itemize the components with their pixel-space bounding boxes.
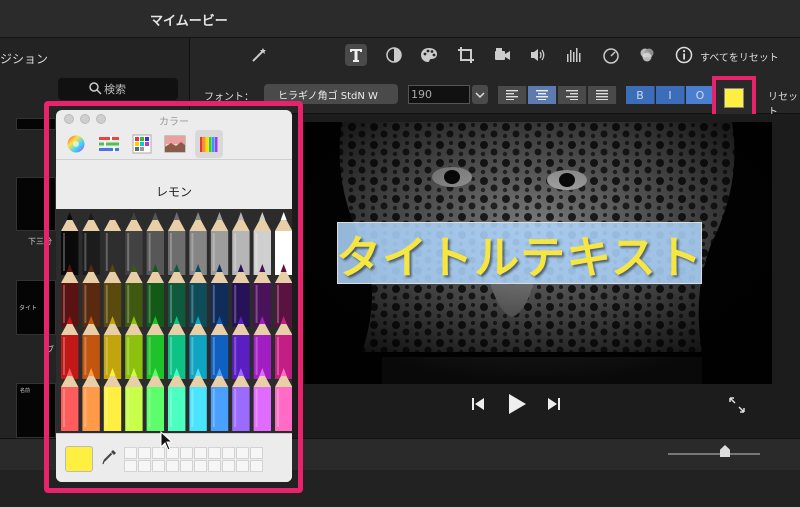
color-wheel-icon[interactable]: [62, 130, 90, 158]
chevron-down-icon: [475, 92, 485, 99]
library-header: ジション: [0, 52, 49, 66]
volume-icon[interactable]: [527, 44, 549, 66]
zoom-slider-knob[interactable]: [720, 445, 730, 457]
align-center-icon: [536, 90, 548, 100]
pencils-icon[interactable]: [195, 130, 223, 158]
palettes-icon[interactable]: [128, 130, 156, 158]
title-bar: マイムービー: [0, 0, 800, 38]
zoom-slider-track[interactable]: [668, 453, 760, 455]
search-field[interactable]: 検索: [58, 78, 178, 100]
color-palette-icon[interactable]: [418, 44, 440, 66]
image-icon[interactable]: [161, 130, 189, 158]
magic-wand-icon[interactable]: [248, 44, 270, 66]
empty-swatch[interactable]: [166, 460, 179, 472]
current-color-swatch[interactable]: [65, 446, 93, 472]
adjust-toolbar: すべてをリセット: [190, 38, 800, 76]
swatch-grid: [124, 447, 270, 473]
empty-swatch[interactable]: [208, 460, 221, 472]
play-icon: [509, 394, 526, 414]
font-size-dropdown[interactable]: [472, 85, 488, 104]
speed-icon[interactable]: [600, 44, 622, 66]
empty-swatch[interactable]: [124, 447, 137, 459]
info-icon[interactable]: [673, 44, 695, 66]
mouse-cursor: [160, 431, 174, 451]
play-button[interactable]: [506, 393, 528, 415]
pencil-grid: [61, 212, 292, 431]
empty-swatch[interactable]: [250, 460, 263, 472]
skip-forward-button[interactable]: [546, 396, 562, 412]
crop-icon[interactable]: [455, 44, 477, 66]
app-title: マイムービー: [150, 14, 228, 29]
video-preview[interactable]: タイトルテキスト: [302, 122, 772, 384]
empty-swatch[interactable]: [152, 460, 165, 472]
search-placeholder: 検索: [104, 83, 126, 96]
skip-forward-icon: [548, 398, 560, 410]
empty-swatch[interactable]: [138, 460, 151, 472]
empty-swatch[interactable]: [222, 447, 235, 459]
empty-swatch[interactable]: [194, 447, 207, 459]
color-picker-panel: カラー レモン: [56, 110, 292, 482]
empty-swatch[interactable]: [222, 460, 235, 472]
italic-button[interactable]: I: [656, 86, 685, 104]
empty-swatch[interactable]: [250, 447, 263, 459]
align-left-button[interactable]: [498, 86, 527, 104]
picker-tabs: [56, 128, 292, 160]
camera-icon[interactable]: [491, 44, 513, 66]
eyedropper-button[interactable]: [102, 448, 118, 470]
empty-swatch[interactable]: [236, 460, 249, 472]
fullscreen-icon: [729, 397, 745, 413]
equalizer-icon[interactable]: [563, 44, 585, 66]
empty-swatch[interactable]: [138, 447, 151, 459]
picker-titlebar: カラー: [56, 110, 292, 128]
empty-swatch[interactable]: [180, 447, 193, 459]
outline-button[interactable]: O: [686, 86, 715, 104]
reset-all-button[interactable]: すべてをリセット: [700, 49, 779, 64]
search-icon: [89, 82, 102, 95]
align-center-button[interactable]: [528, 86, 557, 104]
color-balance-icon[interactable]: [383, 44, 405, 66]
align-right-button[interactable]: [558, 86, 587, 104]
align-right-icon: [566, 90, 578, 100]
title-text-box[interactable]: タイトルテキスト: [336, 221, 703, 286]
thumbnail-label: 名前: [20, 388, 31, 394]
text-color-well[interactable]: [724, 88, 744, 108]
bold-button[interactable]: B: [626, 86, 655, 104]
empty-swatch[interactable]: [236, 447, 249, 459]
picker-bottom-bar: [56, 433, 292, 482]
thumbnail-label: タイト: [19, 305, 38, 312]
skip-back-button[interactable]: [470, 396, 486, 412]
empty-swatch[interactable]: [194, 460, 207, 472]
color-name-bar: レモン: [56, 161, 292, 209]
align-left-icon: [506, 90, 518, 100]
filter-icon[interactable]: [636, 44, 658, 66]
title-text[interactable]: タイトルテキスト: [336, 221, 703, 286]
fullscreen-button[interactable]: [728, 396, 746, 414]
empty-swatch[interactable]: [208, 447, 221, 459]
imovie-window: マイムービー ジション 検索 下三分 タイト ブ 名前 すべてをリセット フォン…: [0, 0, 800, 507]
align-justify-icon: [596, 90, 608, 100]
selected-color-name: レモン: [155, 185, 192, 199]
eyedropper-icon: [102, 450, 116, 465]
title-text-icon[interactable]: [345, 44, 367, 66]
empty-swatch[interactable]: [180, 460, 193, 472]
sliders-icon[interactable]: [95, 130, 123, 158]
picker-title: カラー: [159, 117, 189, 128]
font-size-field[interactable]: 190: [408, 85, 470, 104]
align-justify-button[interactable]: [588, 86, 617, 104]
pencil-area: レモン: [56, 161, 292, 433]
skip-back-icon: [472, 398, 484, 410]
empty-swatch[interactable]: [124, 460, 137, 472]
